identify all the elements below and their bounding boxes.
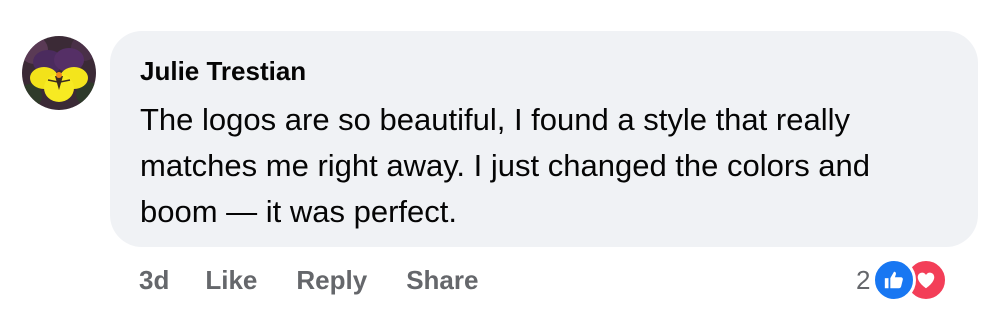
share-button[interactable]: Share xyxy=(406,265,478,296)
reaction-count: 2 xyxy=(856,264,871,295)
like-button[interactable]: Like xyxy=(205,265,257,296)
comment-actions: 3d Like Reply Share xyxy=(139,262,517,298)
comment-author[interactable]: Julie Trestian xyxy=(140,53,306,89)
comment-bubble: Julie Trestian The logos are so beautifu… xyxy=(110,31,978,247)
reactions-summary[interactable]: 2 xyxy=(856,258,949,302)
avatar[interactable] xyxy=(22,36,96,110)
comment-timestamp[interactable]: 3d xyxy=(139,265,169,296)
comment-text: The logos are so beautiful, I found a st… xyxy=(140,102,871,229)
pansy-flower-icon xyxy=(22,36,96,110)
reply-button[interactable]: Reply xyxy=(296,265,367,296)
